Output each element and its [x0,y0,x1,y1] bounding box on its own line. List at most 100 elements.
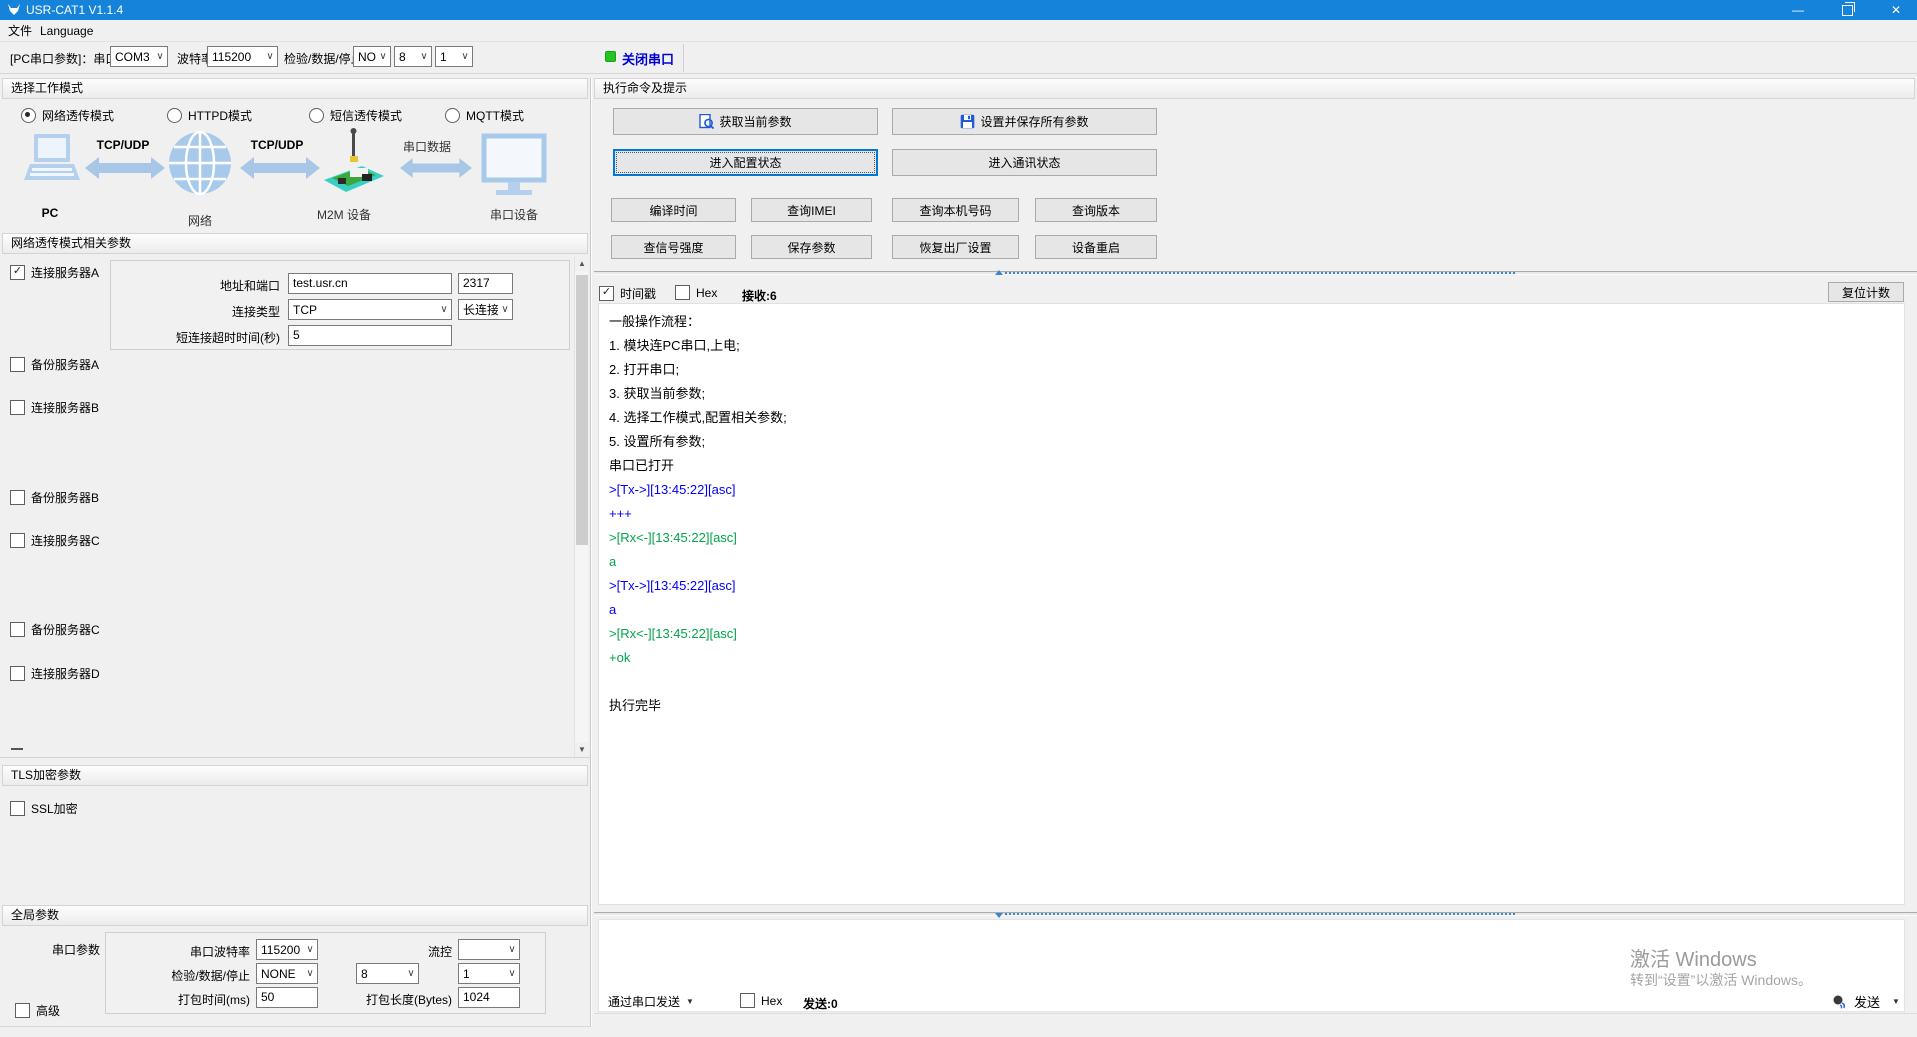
checkbox-icon [10,666,25,681]
query-imei-button[interactable]: 查询IMEI [751,198,872,222]
g-parity-label: 检验/数据/停止 [130,967,250,984]
scroll-down-icon[interactable]: ▼ [575,742,589,757]
enter-comm-state-button[interactable]: 进入通讯状态 [892,149,1157,176]
save-params-button[interactable]: 保存参数 [751,235,872,259]
checkbox-server-c[interactable]: 连接服务器C [10,532,100,549]
checkbox-ssl[interactable]: SSL加密 [10,800,78,817]
radio-net-transparent[interactable]: 网络透传模式 [21,107,114,124]
scrollbar-thumb[interactable] [576,275,588,545]
checkbox-icon [10,533,25,548]
app-logo-icon [7,3,21,17]
search-doc-icon [699,114,714,129]
serial-group-label: 串口参数 [30,941,100,958]
checkbox-backup-server-b[interactable]: 备份服务器B [10,489,99,506]
log-splitter-handle[interactable] [1005,272,1515,276]
toolbar-separator [683,44,684,72]
chevron-down-icon: ∨ [303,944,317,955]
checkbox-server-d[interactable]: 连接服务器D [10,665,100,682]
splitter-collapse-down-icon[interactable] [995,913,1003,918]
checkbox-advanced[interactable]: 高级 [15,1002,60,1019]
checkbox-icon [675,285,690,300]
parity-select[interactable]: NONI∨ [353,46,391,67]
g-baud-select[interactable]: 115200∨ [256,939,318,960]
get-params-button[interactable]: 获取当前参数 [613,108,878,135]
addr-port-label: 地址和端口 [140,277,280,294]
log-line: 2. 打开串口; [609,358,1894,382]
pack-time-input[interactable]: 50 [256,987,318,1008]
compile-time-button[interactable]: 编译时间 [611,198,736,222]
serial-device-monitor-icon [480,132,548,202]
restore-button[interactable] [1830,0,1864,20]
close-button[interactable]: ✕ [1879,0,1913,20]
query-phone-number-button[interactable]: 查询本机号码 [892,198,1019,222]
left-scrollbar[interactable]: ▲ ▼ [574,256,588,757]
send-button[interactable]: 发送 ▼ [1832,992,1900,1011]
conn-type-select[interactable]: TCP∨ [288,299,452,320]
log-line: +++ [609,502,1894,526]
checkbox-icon [740,993,755,1008]
minimize-button[interactable]: — [1781,0,1815,20]
checkbox-checked-icon: ✓ [599,286,614,301]
set-save-params-button[interactable]: 设置并保存所有参数 [892,108,1157,135]
short-conn-timeout-input[interactable]: 5 [288,325,452,346]
checkbox-backup-server-a[interactable]: 备份服务器A [10,356,99,373]
checkbox-icon [15,1003,30,1018]
radio-icon [445,108,460,123]
flow-label: 流控 [390,943,452,960]
pack-len-input[interactable]: 1024 [458,987,520,1008]
stopbits-select[interactable]: 1∨ [435,46,473,67]
menu-language[interactable]: Language [36,23,97,40]
conn-type-label: 连接类型 [140,303,280,320]
factory-reset-button[interactable]: 恢复出厂设置 [892,235,1019,259]
query-version-button[interactable]: 查询版本 [1035,198,1157,222]
flow-select[interactable]: ∨ [458,939,520,960]
radio-sms[interactable]: 短信透传模式 [309,107,402,124]
chevron-down-icon: ∨ [505,944,519,955]
checkbox-checked-icon: ✓ [10,265,25,280]
reset-count-button[interactable]: 复位计数 [1828,282,1904,302]
databits-select[interactable]: 8∨ [394,46,432,67]
checkbox-timestamp[interactable]: ✓ 时间戳 [599,285,656,302]
radio-httpd[interactable]: HTTPD模式 [167,107,252,124]
g-parity-select[interactable]: NONE∨ [256,963,318,984]
g-stopbits-select[interactable]: 1∨ [458,963,520,984]
parity-label: 检验/数据/停止 [284,50,363,67]
chevron-down-icon: ∨ [505,968,519,979]
window-title: USR-CAT1 V1.1.4 [26,3,123,17]
link-label-tcpudp-2: TCP/UDP [237,138,317,152]
log-line: >[Tx->][13:45:22][asc] [609,574,1894,598]
baud-select[interactable]: 115200∨ [207,46,278,67]
g-databits-select[interactable]: 8∨ [356,963,419,984]
checkbox-backup-server-c[interactable]: 备份服务器C [10,621,100,638]
com-port-select[interactable]: COM3∨ [110,46,168,67]
server-a-address-input[interactable]: test.usr.cn [288,273,452,294]
arrow-device-serial-icon [400,157,472,179]
checkbox-server-b[interactable]: 连接服务器B [10,399,99,416]
chevron-down-icon: ∨ [303,968,317,979]
send-splitter-handle[interactable] [1005,913,1515,917]
net-params-header: 网络透传模式相关参数 [2,233,588,254]
device-restart-button[interactable]: 设备重启 [1035,235,1157,259]
checkbox-send-hex[interactable]: Hex [740,993,782,1008]
log-line: 5. 设置所有参数; [609,430,1894,454]
port-open-indicator-icon [605,51,616,62]
send-via-dropdown[interactable]: 通过串口发送 ▼ [608,993,694,1010]
checkbox-recv-hex[interactable]: Hex [675,285,717,300]
enter-config-state-button[interactable]: 进入配置状态 [613,149,878,176]
right-panel-bottom-border [594,1013,1917,1014]
conn-mode-select[interactable]: 长连接∨ [458,299,513,320]
pc-laptop-icon [22,132,82,204]
radio-mqtt[interactable]: MQTT模式 [445,107,524,124]
query-signal-button[interactable]: 查信号强度 [611,235,736,259]
pack-time-label: 打包时间(ms) [130,991,250,1008]
menu-file[interactable]: 文件 [4,23,36,40]
tls-header: TLS加密参数 [2,765,588,786]
log-line: >[Tx->][13:45:22][asc] [609,478,1894,502]
log-output-area[interactable]: 一般操作流程： 1. 模块连PC串口,上电; 2. 打开串口; 3. 获取当前参… [598,303,1905,905]
splitter-collapse-up-icon[interactable] [995,270,1003,275]
log-line [609,670,1894,694]
scroll-up-icon[interactable]: ▲ [575,256,589,271]
windows-activation-hint: 转到“设置”以激活 Windows。 [1630,970,1812,990]
server-a-port-input[interactable]: 2317 [458,273,513,294]
checkbox-server-a[interactable]: ✓ 连接服务器A [10,264,99,281]
